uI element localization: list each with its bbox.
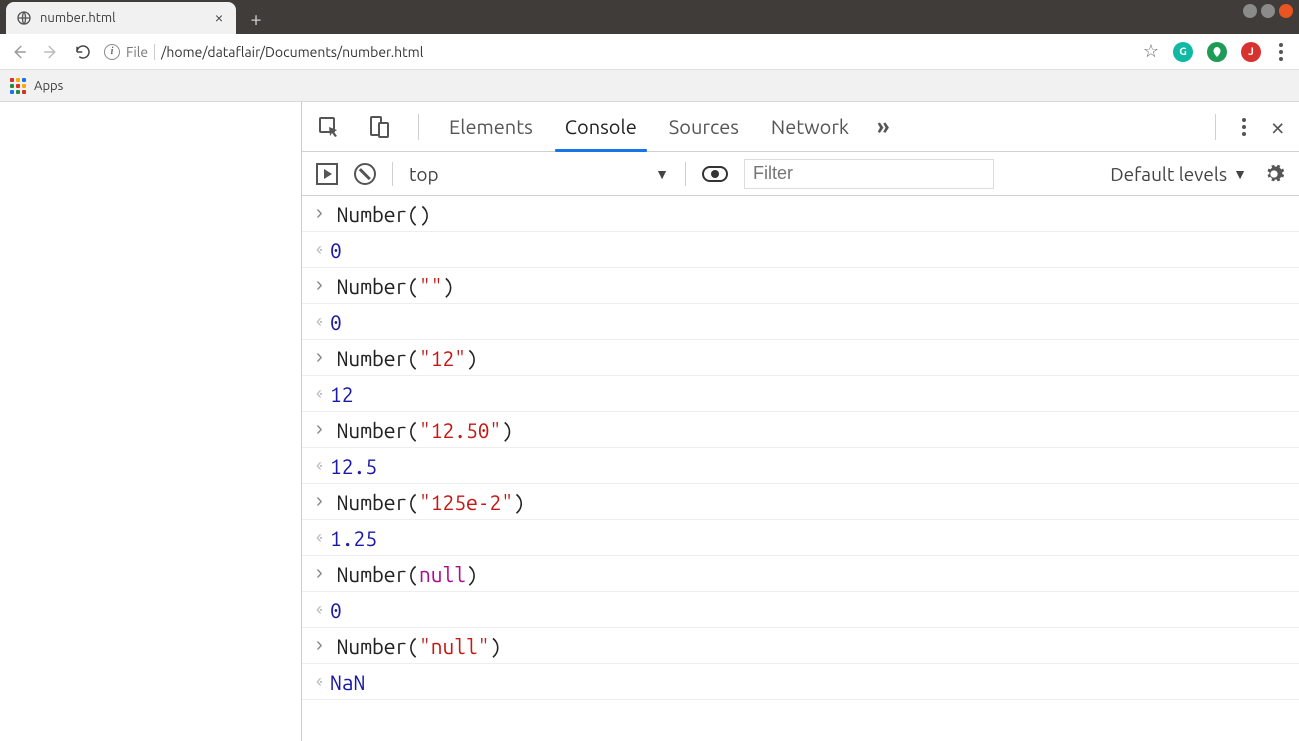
console-output-row[interactable]: 0 — [302, 232, 1299, 268]
extension-green-icon[interactable] — [1207, 42, 1227, 62]
chevron-down-icon: ▼ — [655, 166, 669, 182]
console-code: Number("125e-2") — [337, 490, 525, 514]
console-input-row[interactable]: Number("12") — [302, 340, 1299, 376]
live-expression-icon[interactable] — [702, 166, 728, 182]
console-code: Number() — [337, 202, 431, 226]
apps-label[interactable]: Apps — [34, 79, 63, 93]
tab-network[interactable]: Network — [767, 102, 853, 151]
console-code: Number("null") — [337, 634, 502, 658]
console-code: Number("12") — [337, 346, 478, 370]
url-scheme: File — [126, 44, 148, 60]
address-field[interactable]: i File /home/dataflair/Documents/number.… — [104, 44, 1133, 60]
devtools-close-icon[interactable]: × — [1270, 117, 1285, 137]
window-minimize-icon[interactable] — [1243, 4, 1257, 18]
window-controls — [1237, 0, 1299, 22]
divider — [685, 162, 686, 186]
console-output-row[interactable]: NaN — [302, 664, 1299, 700]
console-input-row[interactable]: Number(null) — [302, 556, 1299, 592]
execution-context-select[interactable]: top ▼ — [409, 163, 669, 185]
console-code: 0 — [330, 238, 342, 262]
tab-elements[interactable]: Elements — [445, 102, 537, 151]
devtools-menu-icon[interactable] — [1238, 118, 1250, 136]
browser-menu-icon[interactable] — [1275, 43, 1287, 61]
tabs-overflow-icon[interactable]: » — [877, 114, 889, 139]
device-toggle-icon[interactable] — [366, 114, 392, 140]
browser-tab[interactable]: number.html × — [6, 2, 236, 34]
inspect-element-icon[interactable] — [316, 114, 342, 140]
console-input-row[interactable]: Number("12.50") — [302, 412, 1299, 448]
new-tab-button[interactable]: + — [242, 4, 270, 32]
console-code: NaN — [330, 670, 365, 694]
apps-grid-icon[interactable] — [10, 78, 26, 94]
log-levels-select[interactable]: Default levels ▼ — [1110, 163, 1247, 185]
main-area: Elements Console Sources Network » × top… — [0, 102, 1299, 741]
clear-console-icon[interactable] — [354, 163, 376, 185]
divider — [418, 114, 419, 140]
console-output-row[interactable]: 12.5 — [302, 448, 1299, 484]
tab-title: number.html — [40, 11, 204, 25]
globe-icon — [16, 10, 32, 26]
window-close-icon[interactable] — [1279, 4, 1293, 18]
levels-label: Default levels — [1110, 163, 1227, 185]
page-viewport — [0, 102, 302, 741]
console-output-row[interactable]: 0 — [302, 304, 1299, 340]
devtools-tabbar: Elements Console Sources Network » × — [302, 102, 1299, 152]
console-settings-icon[interactable] — [1263, 163, 1285, 185]
divider — [1215, 114, 1216, 140]
console-sidebar-toggle-icon[interactable] — [316, 163, 338, 185]
url-path: /home/dataflair/Documents/number.html — [161, 44, 423, 60]
tab-console[interactable]: Console — [561, 102, 641, 151]
bookmarks-bar: Apps — [0, 70, 1299, 102]
console-code: 1.25 — [330, 526, 377, 550]
console-code: Number("12.50") — [337, 418, 513, 442]
context-label: top — [409, 163, 439, 185]
console-code: Number(null) — [337, 562, 478, 586]
extension-grammarly-icon[interactable]: G — [1173, 42, 1193, 62]
console-input-row[interactable]: Number() — [302, 196, 1299, 232]
console-toolbar: top ▼ Default levels ▼ — [302, 152, 1299, 196]
console-output-row[interactable]: 12 — [302, 376, 1299, 412]
console-output-row[interactable]: 0 — [302, 592, 1299, 628]
console-input-row[interactable]: Number("125e-2") — [302, 484, 1299, 520]
console-code: 12.5 — [330, 454, 377, 478]
chevron-down-icon: ▼ — [1233, 166, 1247, 182]
toolbar-right: ☆ G J — [1143, 41, 1291, 62]
reload-button[interactable] — [72, 41, 94, 63]
console-input-row[interactable]: Number("null") — [302, 628, 1299, 664]
forward-button[interactable] — [40, 41, 62, 63]
devtools-panel: Elements Console Sources Network » × top… — [302, 102, 1299, 741]
console-code: 0 — [330, 598, 342, 622]
bookmark-star-icon[interactable]: ☆ — [1143, 41, 1159, 62]
back-button[interactable] — [8, 41, 30, 63]
console-input-row[interactable]: Number("") — [302, 268, 1299, 304]
window-titlebar: number.html × + — [0, 0, 1299, 34]
console-code: 0 — [330, 310, 342, 334]
console-output[interactable]: Number() 0 Number("") 0 Number("12") 12 Number… — [302, 196, 1299, 741]
console-output-row[interactable]: 1.25 — [302, 520, 1299, 556]
console-code: 12 — [330, 382, 354, 406]
filter-input[interactable] — [744, 159, 994, 189]
site-info-icon[interactable]: i — [104, 44, 120, 60]
window-maximize-icon[interactable] — [1261, 4, 1275, 18]
divider — [392, 162, 393, 186]
console-code: Number("") — [337, 274, 455, 298]
tab-sources[interactable]: Sources — [665, 102, 743, 151]
url-divider — [154, 44, 155, 60]
tab-close-icon[interactable]: × — [212, 11, 226, 25]
address-bar: i File /home/dataflair/Documents/number.… — [0, 34, 1299, 70]
profile-avatar-icon[interactable]: J — [1241, 42, 1261, 62]
